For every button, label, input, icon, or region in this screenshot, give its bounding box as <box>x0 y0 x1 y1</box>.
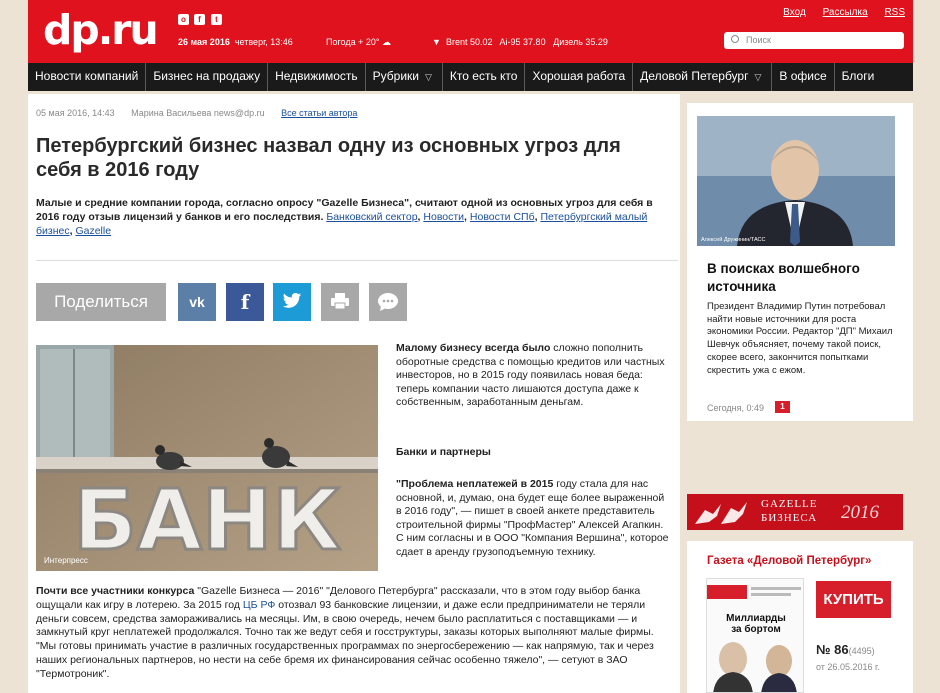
article-subheading: Банки и партнеры <box>396 446 491 458</box>
gazelle-line2: БИЗНЕСА <box>761 512 818 524</box>
buy-button[interactable]: КУПИТЬ <box>816 581 891 618</box>
twitter-share-button[interactable] <box>273 283 311 321</box>
top-links: Вход Рассылка RSS <box>769 7 905 18</box>
rss-link[interactable]: RSS <box>884 7 905 18</box>
nav-item-real-estate[interactable]: Недвижимость <box>268 63 366 91</box>
photo-credit: Интерпресс <box>44 556 88 565</box>
gazelle-year: 2016 <box>841 502 879 523</box>
chevron-down-icon: ▽ <box>425 72 432 82</box>
tag-link[interactable]: Новости <box>423 211 464 223</box>
vk-icon: vk <box>189 294 205 310</box>
nav-item-company-news[interactable]: Новости компаний <box>28 63 147 91</box>
comment-icon <box>378 293 398 311</box>
cbr-link[interactable]: ЦБ РФ <box>243 599 275 611</box>
main-nav: Новости компаний Бизнес на продажу Недви… <box>28 63 913 91</box>
article-title: Петербургский бизнес назвал одну из осно… <box>36 135 621 181</box>
tag-link[interactable]: Новости СПб <box>470 211 535 223</box>
cloud-icon: ☁ <box>382 37 392 47</box>
photo-sign-text: БАНК <box>73 471 341 569</box>
site-logo[interactable]: dp.ru <box>43 6 159 54</box>
svg-text:за бортом: за бортом <box>731 623 781 635</box>
article-author: Марина Васильева news@dp.ru <box>131 108 265 118</box>
nav-item-business-for-sale[interactable]: Бизнес на продажу <box>146 63 269 91</box>
weather-widget[interactable]: Погода + 20° ☁ <box>326 37 391 48</box>
article-paragraph: Почти все участники конкурса "Gazelle Би… <box>36 585 654 680</box>
gazelle-icon <box>695 502 747 524</box>
gazelle-line1: GAZELLE <box>761 498 818 510</box>
chevron-down-icon: ▽ <box>754 72 762 82</box>
featured-summary: Президент Владимир Путин потребовал найт… <box>707 301 893 376</box>
newspaper-cover[interactable]: Миллиарды за бортом <box>706 578 804 693</box>
top-header-bar: dp.ru o f t 26 мая 2016 четверг, 13:46 П… <box>28 0 913 63</box>
comments-button[interactable] <box>369 283 407 321</box>
tag-link[interactable]: Банковский сектор <box>326 211 417 223</box>
printer-icon <box>331 293 349 310</box>
login-link[interactable]: Вход <box>783 7 806 18</box>
featured-title[interactable]: В поисках волшебного источника <box>707 260 897 296</box>
search-input[interactable]: Поиск <box>724 32 904 49</box>
gazelle-banner[interactable]: GAZELLE БИЗНЕСА 2016 <box>687 494 903 530</box>
cover-headline: Миллиарды <box>726 613 786 624</box>
featured-photo-credit: Алексей Дружинин/ТАСС <box>701 237 766 243</box>
featured-story-card[interactable]: Алексей Дружинин/ТАСС В поисках волшебно… <box>687 103 913 421</box>
article-lead: Малые и средние компании города, согласн… <box>36 197 653 237</box>
newsletter-link[interactable]: Рассылка <box>823 7 868 18</box>
issue-number: № 86(4495) <box>816 642 875 657</box>
nav-item-who-is-who[interactable]: Кто есть кто <box>443 63 526 91</box>
facebook-icon: f <box>240 290 250 314</box>
divider <box>36 260 678 261</box>
nav-item-in-office[interactable]: В офисе <box>772 63 835 91</box>
twitter-icon <box>282 293 302 308</box>
comment-count-badge[interactable]: 1 <box>775 401 790 413</box>
all-author-articles-link[interactable]: Все статьи автора <box>281 108 357 118</box>
search-icon <box>731 35 739 43</box>
article-paragraph: Малому бизнесу всегда было сложно пополн… <box>396 342 665 408</box>
vk-share-button[interactable]: vk <box>178 283 216 321</box>
facebook-share-button[interactable]: f <box>226 283 264 321</box>
share-button[interactable]: Поделиться <box>36 283 166 321</box>
fuel-prices: ▼ Brent 50.02 Ai-95 37.80 Дизель 35.29 <box>432 37 608 47</box>
article-date: 05 мая 2016, 14:43 <box>36 108 115 118</box>
odnoklassniki-icon[interactable]: o <box>178 14 189 25</box>
featured-date: Сегодня, 0:49 <box>707 403 765 413</box>
article-paragraph: "Проблема неплатежей в 2015 году стала д… <box>396 478 669 558</box>
newspaper-promo: Газета «Деловой Петербург» Миллиарды за … <box>687 541 913 693</box>
article-meta: 05 мая 2016, 14:43 Марина Васильева news… <box>36 108 357 118</box>
issue-date: от 26.05.2016 г. <box>816 662 880 672</box>
tag-link[interactable]: Gazelle <box>75 225 111 237</box>
twitter-icon[interactable]: t <box>211 14 222 25</box>
facebook-icon[interactable]: f <box>194 14 205 25</box>
nav-item-rubrics[interactable]: Рубрики ▽ <box>366 63 443 91</box>
article: 05 мая 2016, 14:43 Марина Васильева news… <box>28 94 680 693</box>
article-photo: БАНК Интерпресс <box>36 345 378 571</box>
arrow-down-icon: ▼ <box>432 37 441 47</box>
print-button[interactable] <box>321 283 359 321</box>
current-date: 26 мая 2016 четверг, 13:46 <box>178 37 293 47</box>
nav-item-good-job[interactable]: Хорошая работа <box>525 63 634 91</box>
featured-photo: Алексей Дружинин/ТАСС <box>697 116 895 246</box>
nav-item-delovoy-peterburg[interactable]: Деловой Петербург ▽ <box>633 63 773 91</box>
newspaper-title[interactable]: Газета «Деловой Петербург» <box>707 555 871 567</box>
nav-item-blogs[interactable]: Блоги <box>835 63 882 91</box>
